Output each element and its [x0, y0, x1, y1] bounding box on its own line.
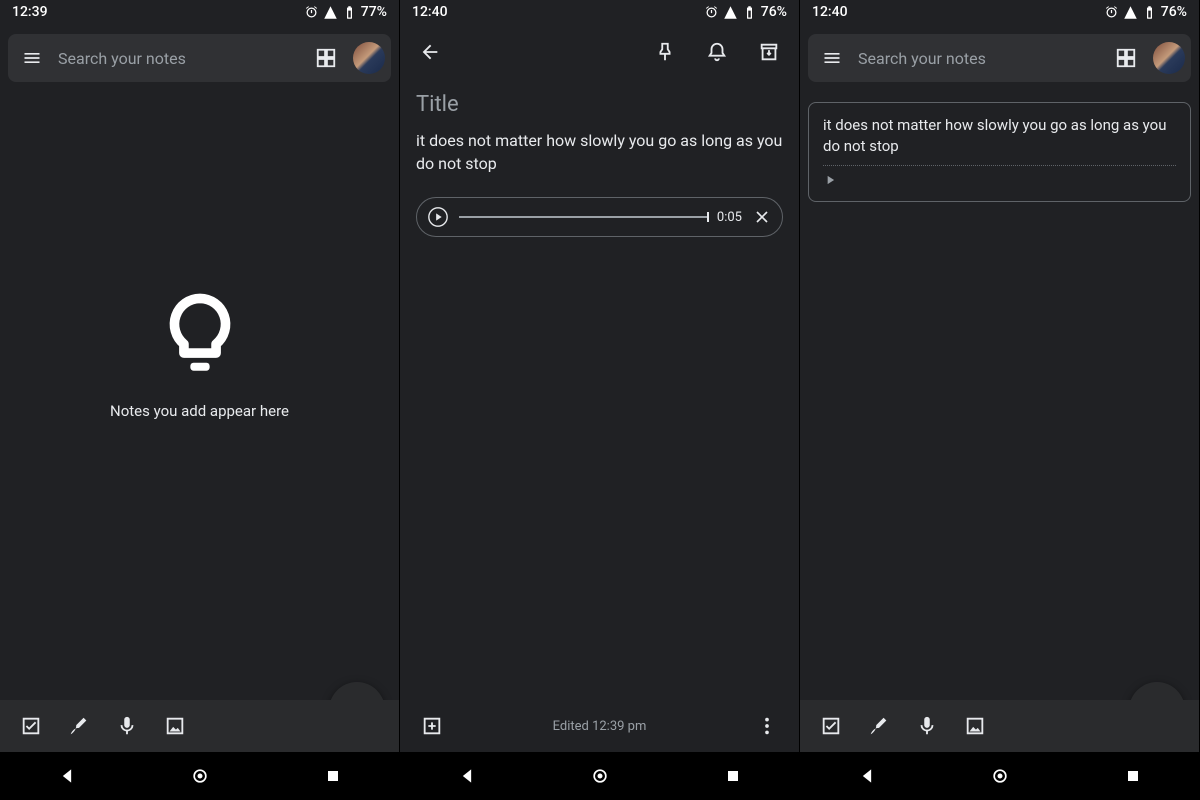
status-icons: 76% — [1104, 4, 1187, 20]
image-note-button[interactable] — [154, 705, 196, 747]
android-navbar — [400, 752, 799, 800]
voice-note-button[interactable] — [106, 705, 148, 747]
checklist-button[interactable] — [10, 705, 52, 747]
battery-icon — [1142, 5, 1157, 20]
status-bar: 12:39 77% — [0, 0, 399, 24]
nav-recent-icon[interactable] — [723, 766, 743, 786]
voice-note-button[interactable] — [906, 705, 948, 747]
alarm-icon — [704, 5, 719, 20]
audio-clip: 0:05 — [416, 197, 783, 237]
archive-button[interactable] — [747, 30, 791, 74]
image-note-button[interactable] — [954, 705, 996, 747]
battery-icon — [742, 5, 757, 20]
alarm-icon — [1104, 5, 1119, 20]
search-placeholder: Search your notes — [858, 49, 1099, 68]
status-battery-pct: 76% — [1161, 4, 1187, 20]
alarm-icon — [304, 5, 319, 20]
status-battery-pct: 77% — [361, 4, 387, 20]
android-navbar — [0, 752, 399, 800]
draw-button[interactable] — [58, 705, 100, 747]
pin-button[interactable] — [643, 30, 687, 74]
note-card-text: it does not matter how slowly you go as … — [823, 115, 1176, 157]
delete-audio-icon[interactable] — [752, 207, 772, 227]
hamburger-icon[interactable] — [822, 48, 842, 68]
status-icons: 76% — [704, 4, 787, 20]
nav-home-icon[interactable] — [590, 766, 610, 786]
nav-back-icon[interactable] — [57, 766, 77, 786]
checklist-button[interactable] — [810, 705, 852, 747]
audio-progress[interactable] — [459, 216, 707, 218]
note-body-text[interactable]: it does not matter how slowly you go as … — [416, 125, 783, 179]
lightbulb-icon — [160, 292, 240, 382]
nav-back-icon[interactable] — [457, 766, 477, 786]
signal-icon — [723, 5, 738, 20]
empty-message: Notes you add appear here — [110, 402, 289, 420]
notes-scroll-area: it does not matter how slowly you go as … — [800, 92, 1199, 700]
status-time: 12:39 — [12, 4, 48, 20]
add-attachment-button[interactable] — [414, 708, 450, 744]
pane-notes-list: 12:40 76% Search your notes it does not … — [800, 0, 1200, 800]
nav-home-icon[interactable] — [990, 766, 1010, 786]
status-time: 12:40 — [812, 4, 848, 20]
status-battery-pct: 76% — [761, 4, 787, 20]
signal-icon — [323, 5, 338, 20]
battery-icon — [342, 5, 357, 20]
status-bar: 12:40 76% — [400, 0, 799, 24]
profile-avatar[interactable] — [1153, 42, 1185, 74]
reminder-button[interactable] — [695, 30, 739, 74]
bottom-action-bar — [800, 700, 1199, 752]
status-icons: 77% — [304, 4, 387, 20]
pane-notes-empty: 12:39 77% Search your notes Notes you ad… — [0, 0, 400, 800]
back-button[interactable] — [408, 30, 452, 74]
search-bar[interactable]: Search your notes — [808, 34, 1191, 82]
android-navbar — [800, 752, 1199, 800]
editor-bottom-bar: Edited 12:39 pm — [400, 700, 799, 752]
status-bar: 12:40 76% — [800, 0, 1199, 24]
note-card-audio-indicator — [823, 165, 1176, 191]
play-icon[interactable] — [427, 206, 449, 228]
note-card[interactable]: it does not matter how slowly you go as … — [808, 102, 1191, 202]
bottom-action-bar — [0, 700, 399, 752]
grid-view-icon[interactable] — [1115, 47, 1137, 69]
editor-body[interactable]: Title it does not matter how slowly you … — [400, 80, 799, 700]
audio-duration: 0:05 — [717, 210, 742, 225]
nav-recent-icon[interactable] — [1123, 766, 1143, 786]
title-input[interactable]: Title — [416, 84, 783, 125]
empty-state: Notes you add appear here — [0, 52, 399, 660]
pane-note-editor: 12:40 76% Title it does not matter how s… — [400, 0, 800, 800]
edited-timestamp: Edited 12:39 pm — [553, 719, 647, 734]
nav-recent-icon[interactable] — [323, 766, 343, 786]
status-time: 12:40 — [412, 4, 448, 20]
play-small-icon — [823, 173, 837, 187]
signal-icon — [1123, 5, 1138, 20]
nav-back-icon[interactable] — [857, 766, 877, 786]
overflow-menu-button[interactable] — [749, 708, 785, 744]
nav-home-icon[interactable] — [190, 766, 210, 786]
editor-toolbar — [400, 24, 799, 80]
draw-button[interactable] — [858, 705, 900, 747]
